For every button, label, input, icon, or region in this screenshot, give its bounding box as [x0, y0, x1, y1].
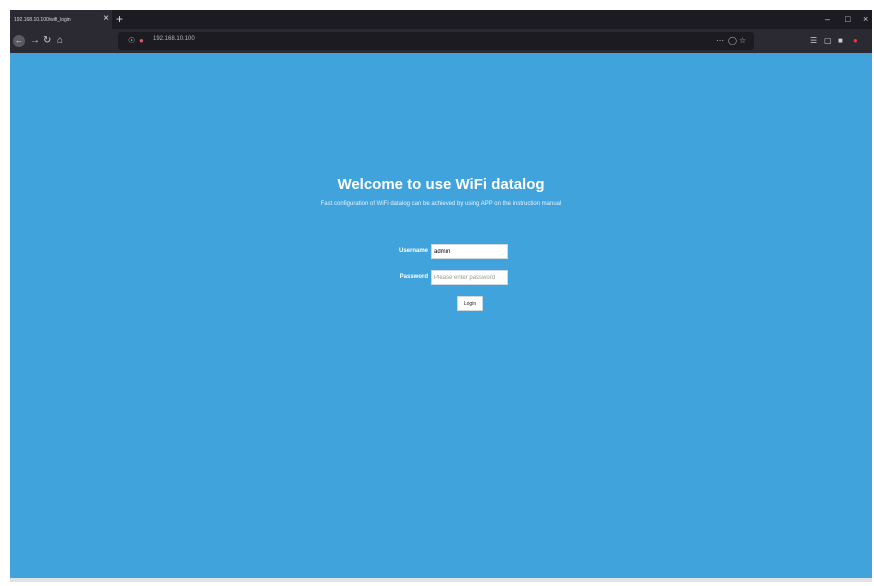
- page-subtitle: Fast configuration of WiFi datalog can b…: [320, 201, 562, 207]
- insecure-lock-icon[interactable]: ●: [139, 35, 144, 47]
- maximize-icon[interactable]: □: [845, 13, 850, 25]
- address-bar[interactable]: ☉ ● 192.168.10.100 ⋯ ◯ ☆: [118, 32, 754, 50]
- nav-toolbar: ← → ↻ ⌂ ☉ ● 192.168.10.100 ⋯ ◯ ☆ ☰ ▢ ■ ●: [10, 29, 872, 53]
- login-button[interactable]: Login: [457, 296, 483, 311]
- bookmark-star-icon[interactable]: ☆: [739, 35, 746, 47]
- page-content: Welcome to use WiFi datalog Fast configu…: [10, 53, 872, 582]
- extension-icon[interactable]: ■: [838, 35, 843, 47]
- sidebar-icon[interactable]: ▢: [824, 35, 832, 47]
- page-title: Welcome to use WiFi datalog: [337, 176, 545, 193]
- addon-icon[interactable]: ●: [853, 35, 858, 47]
- reload-icon[interactable]: ↻: [43, 34, 51, 48]
- close-tab-icon[interactable]: ×: [103, 13, 109, 25]
- home-icon[interactable]: ⌂: [57, 34, 63, 48]
- tab-strip: 192.168.10.100/wifi_login × + – □ ×: [10, 10, 872, 29]
- browser-tab[interactable]: 192.168.10.100/wifi_login ×: [10, 10, 112, 29]
- more-actions-icon[interactable]: ⋯: [716, 35, 724, 47]
- shield-icon[interactable]: ☉: [128, 35, 135, 47]
- minimize-icon[interactable]: –: [825, 13, 830, 25]
- username-label: Username: [398, 248, 428, 254]
- library-icon[interactable]: ☰: [810, 35, 817, 47]
- new-tab-icon[interactable]: +: [116, 11, 123, 27]
- window-close-icon[interactable]: ×: [863, 13, 868, 25]
- password-label: Password: [399, 274, 428, 280]
- forward-icon[interactable]: →: [30, 34, 40, 48]
- bottom-scrollbar[interactable]: [10, 578, 872, 582]
- password-input[interactable]: [431, 270, 508, 285]
- username-input[interactable]: [431, 244, 508, 259]
- tab-title: 192.168.10.100/wifi_login: [14, 16, 71, 23]
- url-text: 192.168.10.100: [153, 36, 195, 42]
- pocket-icon[interactable]: ◯: [728, 35, 737, 47]
- browser-window: 192.168.10.100/wifi_login × + – □ × ← → …: [10, 10, 872, 582]
- back-icon[interactable]: ←: [13, 35, 25, 47]
